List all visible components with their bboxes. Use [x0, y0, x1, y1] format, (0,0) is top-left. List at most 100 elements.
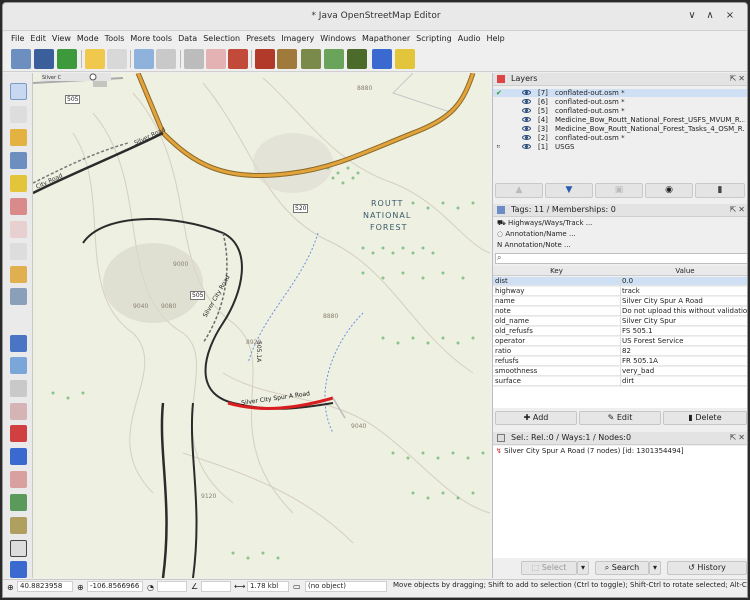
delete-layer-icon[interactable]: ▮ — [695, 183, 745, 198]
panel-controls[interactable]: ⇱✕ — [730, 433, 747, 442]
menu-view[interactable]: View — [49, 32, 74, 46]
layer-row[interactable]: [6] conflated-out.osm * — [493, 98, 747, 106]
selection-item[interactable]: ↯ Silver City Spur A Road (7 nodes) [id:… — [496, 447, 684, 456]
menu-data[interactable]: Data — [175, 32, 200, 46]
zoom-icon[interactable] — [134, 49, 154, 69]
panel-controls[interactable]: ⇱✕ — [730, 205, 747, 214]
minimize-button[interactable]: ∨ — [685, 9, 699, 23]
tag-row[interactable]: operator US Forest Service — [493, 337, 747, 346]
parallel-icon[interactable] — [10, 288, 27, 305]
filter-icon[interactable] — [10, 494, 27, 511]
close-button[interactable]: × — [723, 9, 737, 23]
menu-edit[interactable]: Edit — [27, 32, 49, 46]
undo-icon[interactable] — [85, 49, 105, 69]
eye-icon[interactable] — [522, 126, 531, 131]
nature-icon[interactable] — [324, 49, 344, 69]
save-icon[interactable] — [34, 49, 54, 69]
layer-row[interactable]: [4] Medicine_Bow_Routt_National_Forest_U… — [493, 116, 747, 124]
zoom-tool-icon[interactable] — [10, 152, 27, 169]
menu-help[interactable]: Help — [484, 32, 508, 46]
warning-icon[interactable] — [255, 49, 275, 69]
redo-icon[interactable] — [107, 49, 127, 69]
menu-imagery[interactable]: Imagery — [278, 32, 317, 46]
pencil-icon[interactable] — [10, 266, 27, 283]
lasso-icon[interactable] — [10, 106, 27, 123]
conflict-icon[interactable] — [10, 425, 27, 442]
history-button[interactable]: ↺ History — [667, 561, 747, 575]
menu-mode[interactable]: Mode — [74, 32, 102, 46]
search-dropdown-icon[interactable]: ▾ — [649, 561, 661, 575]
search-button[interactable]: ⌕ Search — [595, 561, 649, 575]
tag-row[interactable]: ratio 82 — [493, 347, 747, 356]
preset-name[interactable]: ◌ Annotation/Name ... — [497, 229, 592, 240]
edit-tag-button[interactable]: ✎ Edit — [579, 411, 661, 425]
map-view[interactable]: Silver C 505 Silver Road City Road 520 R… — [33, 73, 490, 578]
select-dropdown-icon[interactable]: ▾ — [577, 561, 589, 575]
tag-row[interactable]: name Silver City Spur A Road — [493, 297, 747, 306]
eye-icon[interactable] — [522, 135, 531, 140]
maximize-button[interactable]: ∧ — [703, 9, 717, 23]
menu-windows[interactable]: Windows — [317, 32, 359, 46]
select-button[interactable]: ⬚ Select — [521, 561, 577, 575]
panel-controls[interactable]: ⇱✕ — [730, 74, 747, 83]
draw-icon[interactable] — [10, 129, 27, 146]
person-icon[interactable] — [372, 49, 392, 69]
open-file-icon[interactable] — [11, 49, 31, 69]
tag-row[interactable]: old_refusfs FS 505.1 — [493, 327, 747, 336]
grid-icon[interactable] — [347, 49, 367, 69]
visibility-icon[interactable]: ◉ — [645, 183, 693, 198]
merge-icon[interactable] — [10, 221, 27, 238]
history-icon[interactable] — [10, 517, 27, 534]
eye-icon[interactable] — [522, 144, 531, 149]
tag-row[interactable]: smoothness very_bad — [493, 367, 747, 376]
preset-highway-track[interactable]: ⛟ Highways/Ways/Track ... — [497, 218, 592, 229]
eye-icon[interactable] — [522, 117, 531, 122]
menu-more-tools[interactable]: More tools — [127, 32, 175, 46]
select-tool-icon[interactable] — [10, 83, 27, 100]
move-up-icon[interactable]: ▲ — [495, 183, 543, 198]
menu-file[interactable]: File — [3, 32, 27, 46]
layer-row[interactable]: ✔ [7] conflated-out.osm * — [493, 89, 747, 97]
delete-tag-button[interactable]: ▮ Delete — [663, 411, 747, 425]
tags-icon[interactable] — [10, 357, 27, 374]
tag-row[interactable]: note Do not upload this without validatio… — [493, 307, 747, 316]
menu-presets[interactable]: Presets — [243, 32, 278, 46]
draw-line-icon[interactable] — [206, 49, 226, 69]
split-icon[interactable] — [10, 198, 27, 215]
layers-icon[interactable] — [10, 335, 27, 352]
menu-tools[interactable]: Tools — [102, 32, 128, 46]
menu-mapathoner[interactable]: Mapathoner — [359, 32, 413, 46]
layer-row[interactable]: [2] conflated-out.osm * — [493, 134, 747, 142]
tag-row[interactable]: refusfs FR 505.1A — [493, 357, 747, 366]
add-tag-button[interactable]: ✚ Add — [495, 411, 577, 425]
upload-icon[interactable] — [57, 49, 77, 69]
building-icon[interactable] — [228, 49, 248, 69]
menu-audio[interactable]: Audio — [455, 32, 484, 46]
tag-row[interactable]: old_name Silver City Spur — [493, 317, 747, 326]
download-icon[interactable] — [184, 49, 204, 69]
key-column-header[interactable]: Key — [493, 266, 620, 276]
notes-icon[interactable] — [10, 471, 27, 488]
layer-row[interactable]: [3] Medicine_Bow_Routt_National_Forest_T… — [493, 125, 747, 133]
menu-scripting[interactable]: Scripting — [413, 32, 455, 46]
menu-selection[interactable]: Selection — [200, 32, 243, 46]
tag-row[interactable]: dist 0.0 — [493, 277, 747, 286]
relation-icon[interactable] — [10, 403, 27, 420]
changeset-icon[interactable] — [10, 561, 27, 578]
tag-row[interactable]: highway track — [493, 287, 747, 296]
move-down-icon[interactable]: ▼ — [545, 183, 593, 198]
factory-icon[interactable] — [301, 49, 321, 69]
eye-icon[interactable] — [522, 108, 531, 113]
layer-row[interactable]: ⠶ [1] USGS — [493, 143, 747, 151]
merge-layer-icon[interactable]: ▣ — [595, 183, 643, 198]
hand-icon[interactable] — [10, 243, 27, 260]
layer-row[interactable]: [5] conflated-out.osm * — [493, 107, 747, 115]
map-icon[interactable] — [10, 380, 27, 397]
author-icon[interactable] — [10, 540, 27, 557]
validator-icon[interactable] — [10, 448, 27, 465]
eye-icon[interactable] — [522, 90, 531, 95]
preferences-icon[interactable] — [156, 49, 176, 69]
tag-row[interactable]: surface dirt — [493, 377, 747, 386]
tag-search-input[interactable]: ⌕ — [495, 253, 747, 264]
eye-icon[interactable] — [522, 99, 531, 104]
